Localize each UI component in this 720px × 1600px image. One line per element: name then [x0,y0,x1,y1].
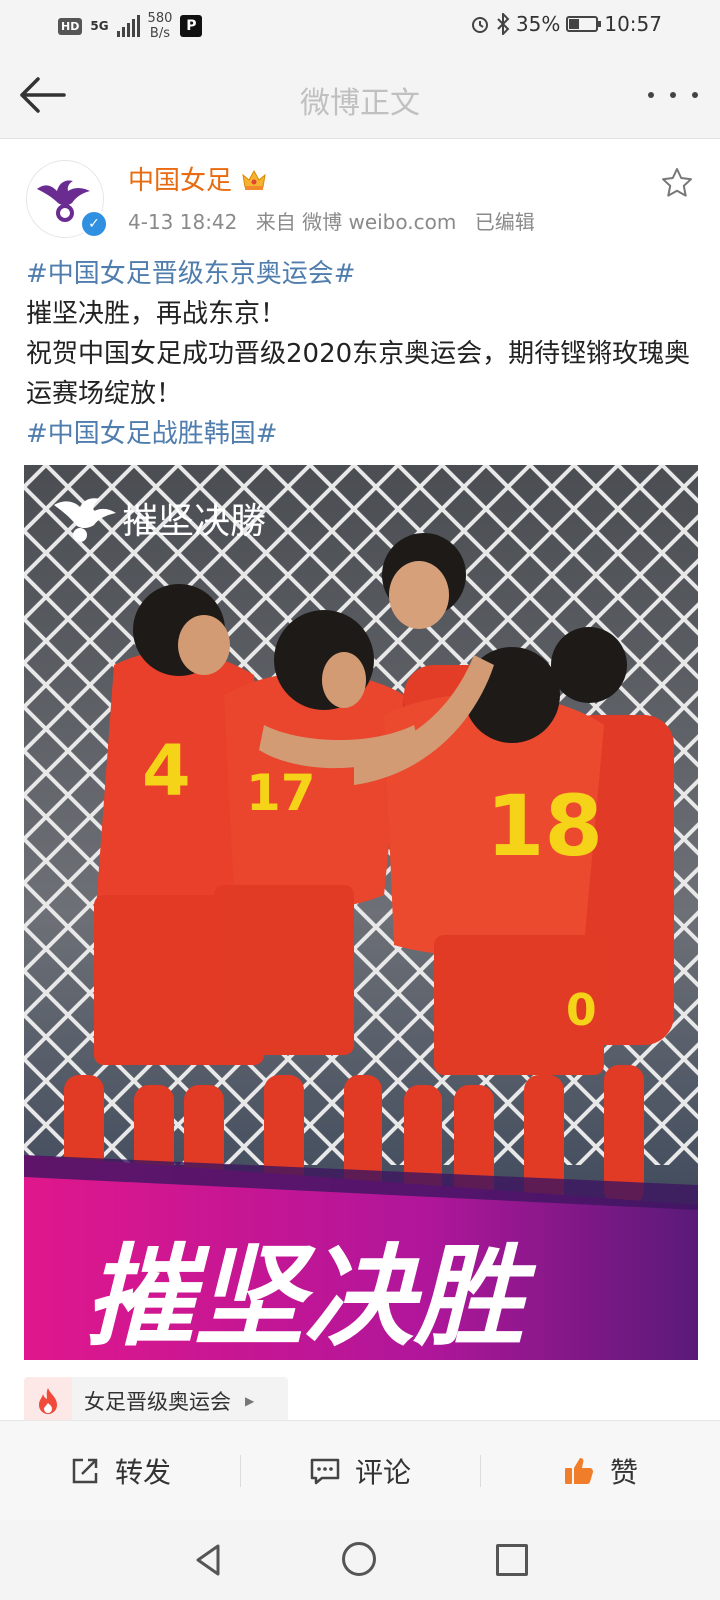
alarm-icon [471,17,488,33]
status-left: HD 5G 580 B/s P [58,10,203,42]
network-label: 5G [90,19,109,33]
banner-text: 摧坚决胜 [84,1233,537,1360]
post-date: 4-13 18:42 [128,210,238,234]
jersey-number: 4 [142,730,191,812]
post-line: 摧坚决胜，再战东京！ [26,299,287,329]
system-recents-icon[interactable] [496,1544,528,1576]
comment-icon [310,1458,340,1485]
battery-icon [566,16,602,32]
clock: 10:57 [604,12,662,36]
page-title: 微博正文 [300,86,420,121]
more-button[interactable] [648,82,698,108]
author-name[interactable]: 中国女足 [128,160,232,197]
favorite-button[interactable] [660,166,694,200]
topic-label: 女足晋级奥运会 [84,1390,231,1414]
system-nav-bar [0,1520,720,1600]
star-icon [662,168,692,197]
topic-chip[interactable]: 女足晋级奥运会 ▶ [24,1377,288,1425]
post-image[interactable]: 4 17 18 0 摧坚决勝 摧坚决胜 [24,465,698,1360]
signal-icon [116,15,140,37]
battery-percent: 35% [515,12,561,36]
verified-badge: ✓ [80,210,108,238]
app-notification-icon: P [180,15,203,37]
speed-value: 580 [147,11,173,26]
comment-button[interactable]: 评论 [240,1421,480,1521]
status-bar: HD 5G 580 B/s P 35% 10:57 [0,0,720,52]
speed-unit: B/s [149,26,170,41]
edited-label[interactable]: 已编辑 [475,210,535,234]
action-bar: 转发 评论 赞 [0,1420,720,1521]
status-right: 35% 10:57 [470,12,662,36]
bluetooth-icon [497,13,510,35]
like-button[interactable]: 赞 [480,1421,720,1521]
post-line: 祝贺中国女足成功晋级2020东京奥运会，期待铿锵玫瑰奥运赛场绽放！ [26,339,691,409]
hd-badge: HD [58,17,83,35]
post-meta: 4-13 18:42 来自 微博 weibo.com 已编辑 [128,206,547,235]
fire-icon [39,1388,57,1414]
network-speed: 580 B/s [148,11,173,41]
like-label: 赞 [609,1456,638,1489]
repost-icon [72,1458,98,1484]
post-body: #中国女足晋级东京奥运会# 摧坚决胜，再战东京！ 祝贺中国女足成功晋级2020东… [26,254,698,454]
system-back-icon[interactable] [188,1540,228,1580]
chevron-right-icon: ▶ [245,1394,255,1408]
jersey-number: 17 [246,764,316,822]
comment-label: 评论 [354,1456,411,1489]
repost-label: 转发 [114,1456,171,1489]
jersey-number: 0 [566,985,597,1036]
more-icon [648,92,654,98]
top-nav-bar: 微博正文 [0,52,720,139]
hashtag-link[interactable]: #中国女足晋级东京奥运会# [26,254,698,294]
fire-icon-box [24,1377,72,1425]
overlay-title: 摧坚决勝 [122,501,266,542]
jersey-number: 18 [486,777,603,875]
post-source[interactable]: 来自 微博 weibo.com [256,210,457,234]
system-home-icon[interactable] [342,1542,376,1576]
hashtag-link[interactable]: #中国女足战胜韩国# [26,414,698,454]
repost-button[interactable]: 转发 [0,1421,240,1521]
crown-icon [242,169,266,190]
celebration-photo: 4 17 18 0 摧坚决勝 摧坚决胜 [24,465,698,1360]
like-icon [564,1458,593,1484]
author-name-row[interactable]: 中国女足 [128,160,268,197]
